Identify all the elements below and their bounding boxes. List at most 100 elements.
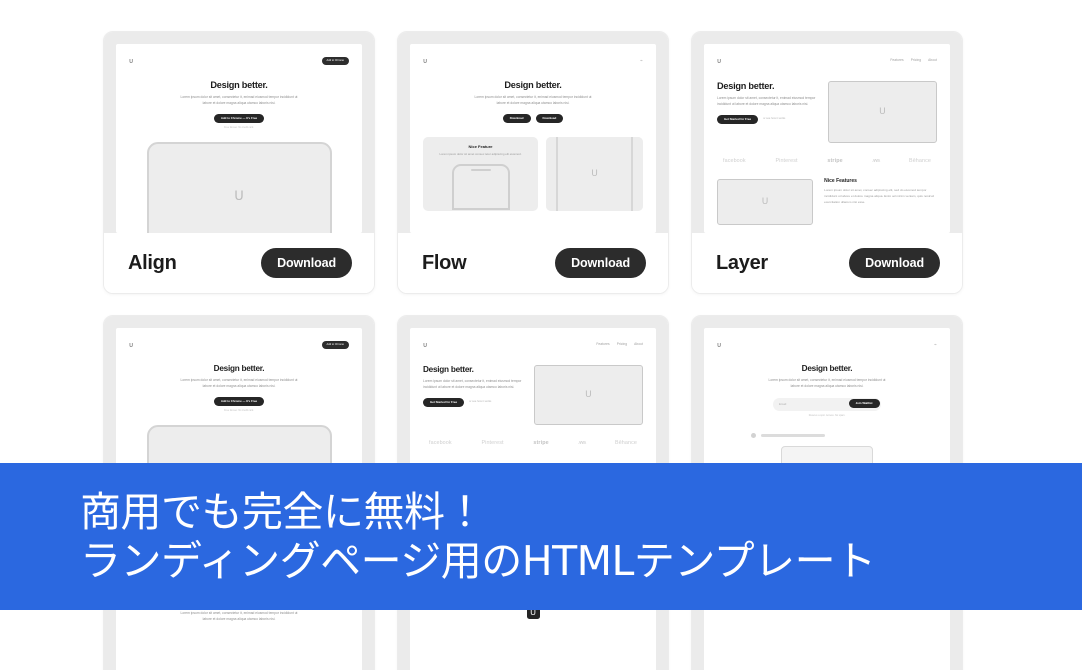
- book-logo-icon: ᑌ: [591, 169, 598, 180]
- wireframe-hero: Design better. Lorem ipsum dolor sit ame…: [129, 364, 349, 413]
- template-card-layer[interactable]: ᴜ Features Pricing About Design better. …: [691, 31, 963, 294]
- template-card-flow[interactable]: ᴜ ⌁ Design better. Lorem ipsum dolor sit…: [397, 31, 669, 294]
- brand-logo-icon: ᴜ: [717, 56, 722, 65]
- wireframe-preview: ᴜ Add to Chrome Design better. Lorem ips…: [116, 44, 362, 233]
- hero-subnote: Free forever. No credit card.: [224, 126, 254, 130]
- card-title: Layer: [716, 251, 768, 274]
- screen-logo-icon: ᑌ: [879, 107, 886, 117]
- bullet-dot-icon: [751, 432, 756, 438]
- banner-headline-line-1: 商用でも完全に無料！: [80, 488, 486, 537]
- hero-cta-row: Get Started for Free or see how it works: [423, 397, 524, 408]
- list-line: [717, 432, 937, 438]
- banner-headline-line-2: ランディングページ用のHTMLテンプレート: [80, 536, 876, 585]
- download-cta-2: Download: [535, 113, 564, 124]
- hero-cta-row: Get Started for Free or see how it works: [717, 114, 818, 125]
- hero-split: Design better. Lorem ipsum dolor sit ame…: [717, 81, 937, 143]
- thumbnail-row2-1: ᴜ Add to Chrome Design better. Lorem ips…: [104, 316, 374, 466]
- hero-screen-mockup: ᑌ: [533, 365, 643, 425]
- feature-text-col: Nice Features Lorem ipsum dolor sit amet…: [824, 179, 937, 205]
- logo-strip: facebook Pinterest stripe ᴧᴧᴧᴧ Bēhance: [423, 440, 643, 446]
- nav-links: Features Pricing About: [890, 59, 937, 62]
- wireframe-preview: ᴜ ⌁ Design better. Lorem ipsum dolor sit…: [704, 328, 950, 466]
- nav-link-features: Features: [596, 342, 610, 347]
- nav-link-features: Features: [890, 58, 904, 63]
- wireframe-hero: Design better. Lorem ipsum dolor sit ame…: [717, 364, 937, 417]
- hero-lead: Lorem ipsum dolor sit amet, consectetur …: [474, 95, 592, 105]
- hero-lead: Lorem ipsum dolor sit amet, consectetur …: [180, 95, 298, 105]
- hero-cta-row: Download Download: [423, 113, 643, 124]
- feature-image-col: ᑌ: [717, 179, 814, 226]
- hero-split: Design better. Lorem ipsum dolor sit ame…: [423, 365, 643, 425]
- feature-row: Nice Feature Lorem ipsum dolor sit amet …: [423, 137, 643, 212]
- hero-cta-button: Add to Chrome — It's Free: [213, 113, 265, 124]
- hero-cta-row: Add to Chrome — It's Free: [129, 396, 349, 407]
- wireframe-preview: ᴜ Add to Chrome Design better. Lorem ips…: [116, 328, 362, 466]
- laptop-mockup: ᑌ: [146, 141, 332, 233]
- hero-image-col: ᑌ: [533, 365, 643, 425]
- hero-headline: Design better.: [210, 80, 268, 90]
- wireframe-nav: ᴜ Add to Chrome: [129, 55, 349, 67]
- hero-screen-mockup: ᑌ: [827, 81, 937, 143]
- phone-mockup: [451, 164, 510, 211]
- placeholder-bar: [761, 434, 825, 437]
- brand-logo-icon: ᴜ: [423, 340, 428, 349]
- screen-logo-icon: ᑌ: [585, 390, 592, 400]
- wireframe-nav: ᴜ ⌁: [423, 55, 643, 67]
- wireframe-hero: Design better. Lorem ipsum dolor sit ame…: [129, 80, 349, 130]
- laptop-mockup: ᑌ: [146, 424, 332, 466]
- brand-logo-icon: ᴜ: [129, 56, 134, 65]
- logo-strip: facebook Pinterest stripe ᴧᴧᴧᴧ Bēhance: [717, 158, 937, 164]
- hero-cta-button: Add to Chrome — It's Free: [213, 396, 265, 407]
- hero-image-col: ᑌ: [827, 81, 937, 143]
- hero-headline: Design better.: [717, 81, 775, 91]
- menu-icon: ⌁: [639, 57, 643, 64]
- wireframe-nav: ᴜ Features Pricing About: [717, 55, 937, 67]
- feature-card-phone: Nice Feature Lorem ipsum dolor sit amet …: [423, 137, 538, 212]
- nav-links: Features Pricing About: [596, 343, 643, 346]
- download-button-flow[interactable]: Download: [555, 248, 646, 278]
- wireframe-nav: ᴜ Add to Chrome: [129, 339, 349, 351]
- hero-cta-row: Add to Chrome — It's Free: [129, 113, 349, 124]
- wireframe-nav: ᴜ Features Pricing About: [423, 339, 643, 351]
- feature-text: Lorem ipsum dolor sit amet consec tetur …: [439, 152, 522, 157]
- hero-headline: Design better.: [213, 364, 265, 373]
- brand-logo-icon: ᴜ: [129, 340, 134, 349]
- hero-headline: Design better.: [423, 365, 474, 374]
- feature-split: ᑌ Nice Features Lorem ipsum dolor sit am…: [717, 179, 937, 226]
- download-button-layer[interactable]: Download: [849, 248, 940, 278]
- card-footer-align: Align Download: [104, 233, 374, 293]
- hero-inline-note: or see how it works: [763, 117, 786, 121]
- wireframe-preview: ᴜ ⌁ Design better. Lorem ipsum dolor sit…: [410, 44, 656, 233]
- template-card-align[interactable]: ᴜ Add to Chrome Design better. Lorem ips…: [103, 31, 375, 294]
- card-title: Flow: [422, 251, 467, 274]
- get-started-cta: Get Started for Free: [423, 397, 465, 408]
- hero-headline: Design better.: [801, 364, 853, 373]
- nav-link-pricing: Pricing: [910, 58, 922, 63]
- logo-behance: Bēhance: [909, 158, 931, 164]
- card-title: Align: [128, 251, 177, 274]
- logo-pinterest: Pinterest: [481, 440, 504, 446]
- add-to-chrome-badge: Add to Chrome: [321, 57, 349, 65]
- email-placeholder: Email: [779, 402, 787, 407]
- thumbnail-row2-2: ᴜ Features Pricing About Design better. …: [398, 316, 668, 466]
- feature-screen-mockup: ᑌ: [717, 179, 814, 226]
- waitlist-note: Reserve a spot. Access. No spam.: [808, 413, 846, 417]
- download-cta-1: Download: [502, 113, 531, 124]
- email-input[interactable]: Email Join Waitlist: [773, 397, 881, 411]
- feature-logo-icon: ᑌ: [761, 197, 769, 208]
- logo-wave: ᴧᴧᴧᴧ: [872, 158, 880, 164]
- hero-lead: Lorem ipsum dolor sit amet, consectetur …: [423, 379, 522, 389]
- wireframe-preview: ᴜ Features Pricing About Design better. …: [704, 44, 950, 233]
- logo-behance: Bēhance: [615, 440, 637, 446]
- nav-link-about: About: [634, 342, 643, 347]
- logo-stripe: stripe: [533, 440, 549, 446]
- brand-logo-icon: ᴜ: [717, 340, 722, 349]
- download-button-align[interactable]: Download: [261, 248, 352, 278]
- hero-text-col: Design better. Lorem ipsum dolor sit ame…: [423, 365, 524, 408]
- hero-lead: Lorem ipsum dolor sit amet, consectetur …: [717, 96, 816, 106]
- get-started-cta: Get Started for Free: [717, 114, 759, 125]
- laptop-logo-icon: ᑌ: [234, 189, 244, 205]
- card-footer-flow: Flow Download: [398, 233, 668, 293]
- thumbnail-flow: ᴜ ⌁ Design better. Lorem ipsum dolor sit…: [398, 32, 668, 233]
- hero-lead: Lorem ipsum dolor sit amet, consectetur …: [768, 378, 886, 388]
